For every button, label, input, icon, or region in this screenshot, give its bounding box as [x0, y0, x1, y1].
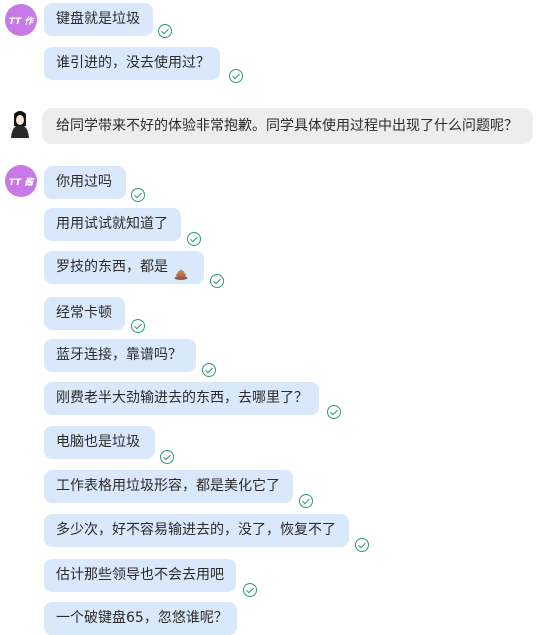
user-message[interactable]: 估计那些领导也不会去用吧 — [44, 559, 236, 592]
read-check-icon — [229, 69, 243, 83]
user-avatar-label: TT 酱 — [8, 177, 34, 188]
agent-avatar-icon — [11, 111, 29, 138]
read-check-icon — [131, 319, 145, 333]
user-avatar-label: TT 作 — [8, 16, 34, 27]
read-check-icon — [158, 24, 172, 38]
read-check-icon — [187, 232, 201, 246]
poop-emoji-icon — [174, 260, 188, 280]
read-check-icon — [327, 405, 341, 419]
read-check-icon — [355, 538, 369, 552]
agent-avatar[interactable] — [8, 108, 32, 138]
agent-message[interactable]: 给同学带来不好的体验非常抱歉。同学具体使用过程中出现了什么问题呢？ — [42, 108, 533, 144]
read-check-icon — [131, 188, 145, 202]
user-message[interactable]: 谁引进的，没去使用过？ — [44, 47, 220, 80]
read-check-icon — [243, 583, 257, 597]
user-message[interactable]: 罗技的东西，都是 — [44, 251, 204, 284]
user-message[interactable]: 电脑也是垃圾 — [44, 426, 155, 459]
user-message[interactable]: 键盘就是垃圾 — [44, 3, 153, 36]
read-check-icon — [210, 274, 224, 288]
user-message[interactable]: 经常卡顿 — [44, 297, 125, 330]
user-message[interactable]: 用用试试就知道了 — [44, 208, 181, 241]
user-avatar[interactable]: TT 作 — [5, 4, 37, 36]
user-message[interactable]: 蓝牙连接，靠谱吗？ — [44, 339, 196, 372]
user-message[interactable]: 你用过吗 — [44, 166, 126, 199]
user-message[interactable]: 多少次，好不容易输进去的，没了，恢复不了 — [44, 514, 349, 547]
read-check-icon — [202, 363, 216, 377]
read-check-icon — [160, 450, 174, 464]
user-message[interactable]: 工作表格用垃圾形容，都是美化它了 — [44, 470, 293, 503]
read-check-icon — [299, 494, 313, 508]
user-message[interactable]: 刚费老半大劲输进去的东西，去哪里了？ — [44, 382, 319, 415]
user-avatar[interactable]: TT 酱 — [5, 165, 37, 197]
user-message[interactable]: 一个破键盘65，忽悠谁呢？ — [44, 602, 237, 635]
